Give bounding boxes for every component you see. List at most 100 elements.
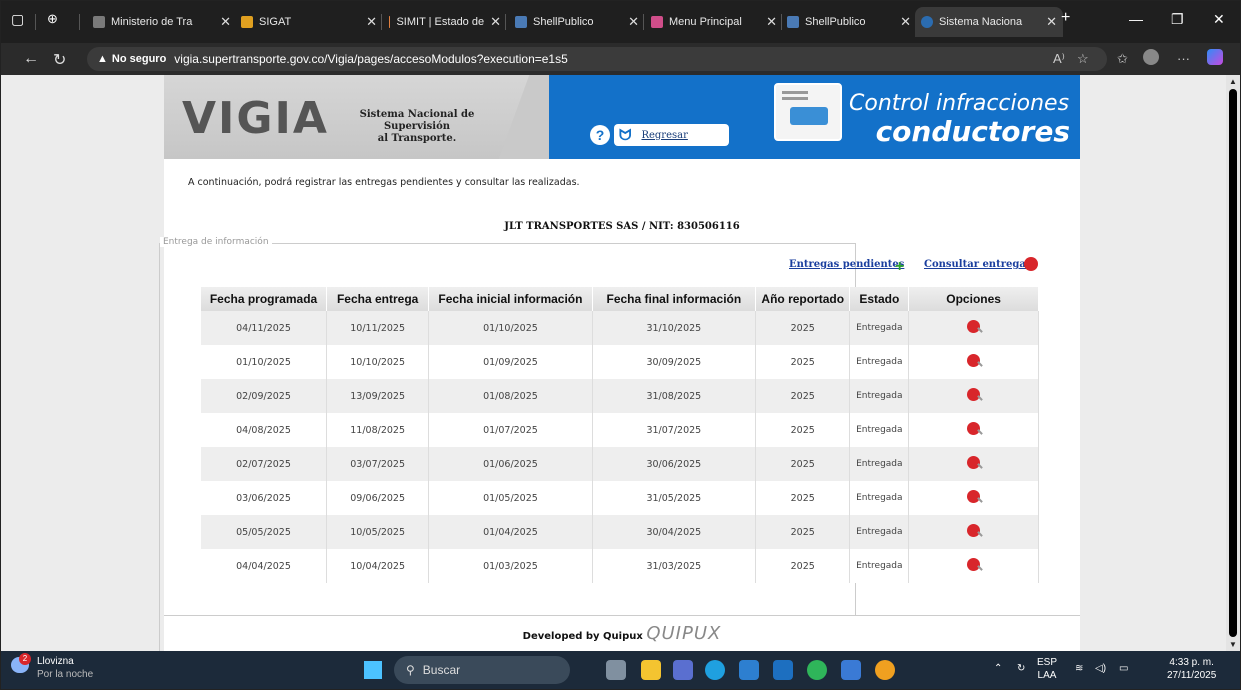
- close-tab-icon[interactable]: ✕: [760, 14, 777, 30]
- scroll-down-icon[interactable]: ▼: [1229, 640, 1237, 649]
- options-cell: [908, 447, 1039, 481]
- close-tab-icon[interactable]: ✕: [1040, 14, 1057, 30]
- clock[interactable]: 4:33 p. m. 27/11/2025: [1167, 656, 1216, 682]
- url-text[interactable]: vigia.supertransporte.gov.co/Vigia/pages…: [174, 52, 567, 66]
- header-banner: VIGIA Sistema Nacional de Supervisión al…: [164, 75, 1080, 159]
- col-header: Año reportado: [755, 287, 851, 311]
- view-detail-icon[interactable]: [967, 320, 981, 333]
- close-tab-icon[interactable]: ✕: [484, 14, 501, 30]
- table-cell: 31/03/2025: [592, 549, 757, 583]
- minimize-icon[interactable]: —: [1129, 11, 1143, 27]
- weather-widget[interactable]: 2 Llovizna Por la noche: [11, 653, 93, 681]
- refresh-icon[interactable]: ↻: [53, 50, 66, 70]
- teams-icon[interactable]: [673, 660, 693, 680]
- view-detail-icon[interactable]: [967, 524, 981, 537]
- table-cell: 31/05/2025: [592, 481, 757, 515]
- windows-start-icon[interactable]: [364, 661, 382, 679]
- read-aloud-icon[interactable]: A⁾: [1053, 51, 1065, 67]
- table-cell: 01/04/2025: [428, 515, 593, 549]
- table-cell: Entregada: [849, 345, 910, 379]
- workspaces-icon[interactable]: ⊕: [47, 11, 58, 27]
- more-menu-icon[interactable]: ···: [1177, 51, 1190, 66]
- tab-sistema-nacional[interactable]: Sistema Naciona ✕: [915, 7, 1063, 37]
- tab-sigat[interactable]: SIGAT ✕: [241, 7, 377, 37]
- tab-actions-icon[interactable]: ▢: [11, 11, 24, 28]
- table-cell: 10/11/2025: [326, 311, 430, 345]
- address-bar: ← ↻ ▲ No seguro vigia.supertransporte.go…: [1, 43, 1240, 75]
- chevron-up-icon[interactable]: ⌃: [994, 662, 1002, 675]
- help-icon[interactable]: ?: [590, 125, 610, 145]
- table-cell: 01/08/2025: [428, 379, 593, 413]
- language-indicator[interactable]: ESP LAA: [1037, 656, 1057, 682]
- view-detail-icon[interactable]: [967, 456, 981, 469]
- chrome-icon[interactable]: [875, 660, 895, 680]
- warning-icon: ▲: [97, 53, 108, 65]
- table-cell: Entregada: [849, 481, 910, 515]
- table-cell: 2025: [755, 549, 851, 583]
- table-cell: 31/10/2025: [592, 311, 757, 345]
- view-detail-icon[interactable]: [967, 490, 981, 503]
- outlook-icon[interactable]: [773, 660, 793, 680]
- sync-icon[interactable]: ↻: [1017, 662, 1025, 675]
- table-cell: Entregada: [849, 515, 910, 549]
- volume-icon[interactable]: ◁): [1095, 662, 1106, 675]
- add-icon[interactable]: +: [895, 259, 904, 275]
- tab-favicon-icon: [651, 16, 663, 28]
- table-cell: 04/04/2025: [201, 549, 328, 583]
- tab-shellpublico-2[interactable]: ShellPublico ✕: [787, 7, 911, 37]
- options-cell: [908, 379, 1039, 413]
- profile-avatar[interactable]: [1143, 49, 1159, 65]
- scroll-up-icon[interactable]: ▲: [1229, 77, 1237, 86]
- whatsapp-icon[interactable]: [807, 660, 827, 680]
- consult-deliveries-link[interactable]: Consultar entregas: [924, 259, 1031, 270]
- new-tab-icon[interactable]: +: [1061, 9, 1070, 27]
- url-field[interactable]: ▲ No seguro vigia.supertransporte.gov.co…: [87, 47, 1107, 71]
- close-tab-icon[interactable]: ✕: [360, 14, 377, 30]
- tab-simit[interactable]: SIMIT | Estado de ✕: [389, 7, 501, 37]
- vertical-scrollbar[interactable]: ▲ ▼: [1226, 75, 1240, 651]
- file-explorer-icon[interactable]: [641, 660, 661, 680]
- close-tab-icon[interactable]: ✕: [214, 14, 231, 30]
- weather-title: Llovizna: [37, 656, 74, 667]
- edge-icon[interactable]: [705, 660, 725, 680]
- search-icon[interactable]: [1024, 257, 1038, 271]
- tab-label: SIMIT | Estado de: [396, 16, 485, 28]
- favorite-star-icon[interactable]: ☆: [1077, 51, 1089, 67]
- view-detail-icon[interactable]: [967, 354, 981, 367]
- tab-menu-principal[interactable]: Menu Principal ✕: [651, 7, 777, 37]
- table-cell: 04/11/2025: [201, 311, 328, 345]
- back-arrow-icon[interactable]: ←: [23, 50, 39, 68]
- tab-favicon-icon: [241, 16, 253, 28]
- browser-tab-bar: ▢ ⊕ Ministerio de Tra ✕ SIGAT ✕ SIMIT | …: [1, 1, 1240, 43]
- not-secure-label[interactable]: No seguro: [112, 53, 166, 65]
- view-detail-icon[interactable]: [967, 388, 981, 401]
- back-button[interactable]: ᗢ Regresar: [614, 124, 729, 146]
- table-row: 05/05/2025 10/05/2025 01/04/2025 30/04/2025…: [201, 515, 1039, 549]
- restore-icon[interactable]: ❐: [1171, 11, 1184, 28]
- table-cell: 2025: [755, 515, 851, 549]
- tab-ministerio[interactable]: Ministerio de Tra ✕: [93, 7, 231, 37]
- wifi-icon[interactable]: ≋: [1075, 662, 1083, 675]
- options-cell: [908, 481, 1039, 515]
- close-tab-icon[interactable]: ✕: [622, 14, 639, 30]
- scrollbar-thumb[interactable]: [1229, 89, 1237, 637]
- battery-icon[interactable]: ▭: [1119, 662, 1128, 675]
- pending-deliveries-link[interactable]: Entregas pendientes: [789, 259, 904, 270]
- table-cell: 03/06/2025: [201, 481, 328, 515]
- table-cell: 13/09/2025: [326, 379, 430, 413]
- table-cell: 01/03/2025: [428, 549, 593, 583]
- taskbar-search[interactable]: ⚲ Buscar: [394, 656, 570, 684]
- close-window-icon[interactable]: ✕: [1213, 11, 1225, 28]
- favorites-icon[interactable]: ✩: [1117, 51, 1128, 67]
- view-detail-icon[interactable]: [967, 422, 981, 435]
- copilot-icon[interactable]: [1207, 49, 1223, 65]
- back-button-label: Regresar: [641, 129, 688, 141]
- view-detail-icon[interactable]: [967, 558, 981, 571]
- table-cell: 10/05/2025: [326, 515, 430, 549]
- store-icon[interactable]: [739, 660, 759, 680]
- tab-shellpublico-1[interactable]: ShellPublico ✕: [515, 7, 639, 37]
- task-view-icon[interactable]: [606, 660, 626, 680]
- close-tab-icon[interactable]: ✕: [894, 14, 911, 30]
- page-footer: Developed by Quipux QUIPUX: [164, 615, 1080, 651]
- app-icon[interactable]: [841, 660, 861, 680]
